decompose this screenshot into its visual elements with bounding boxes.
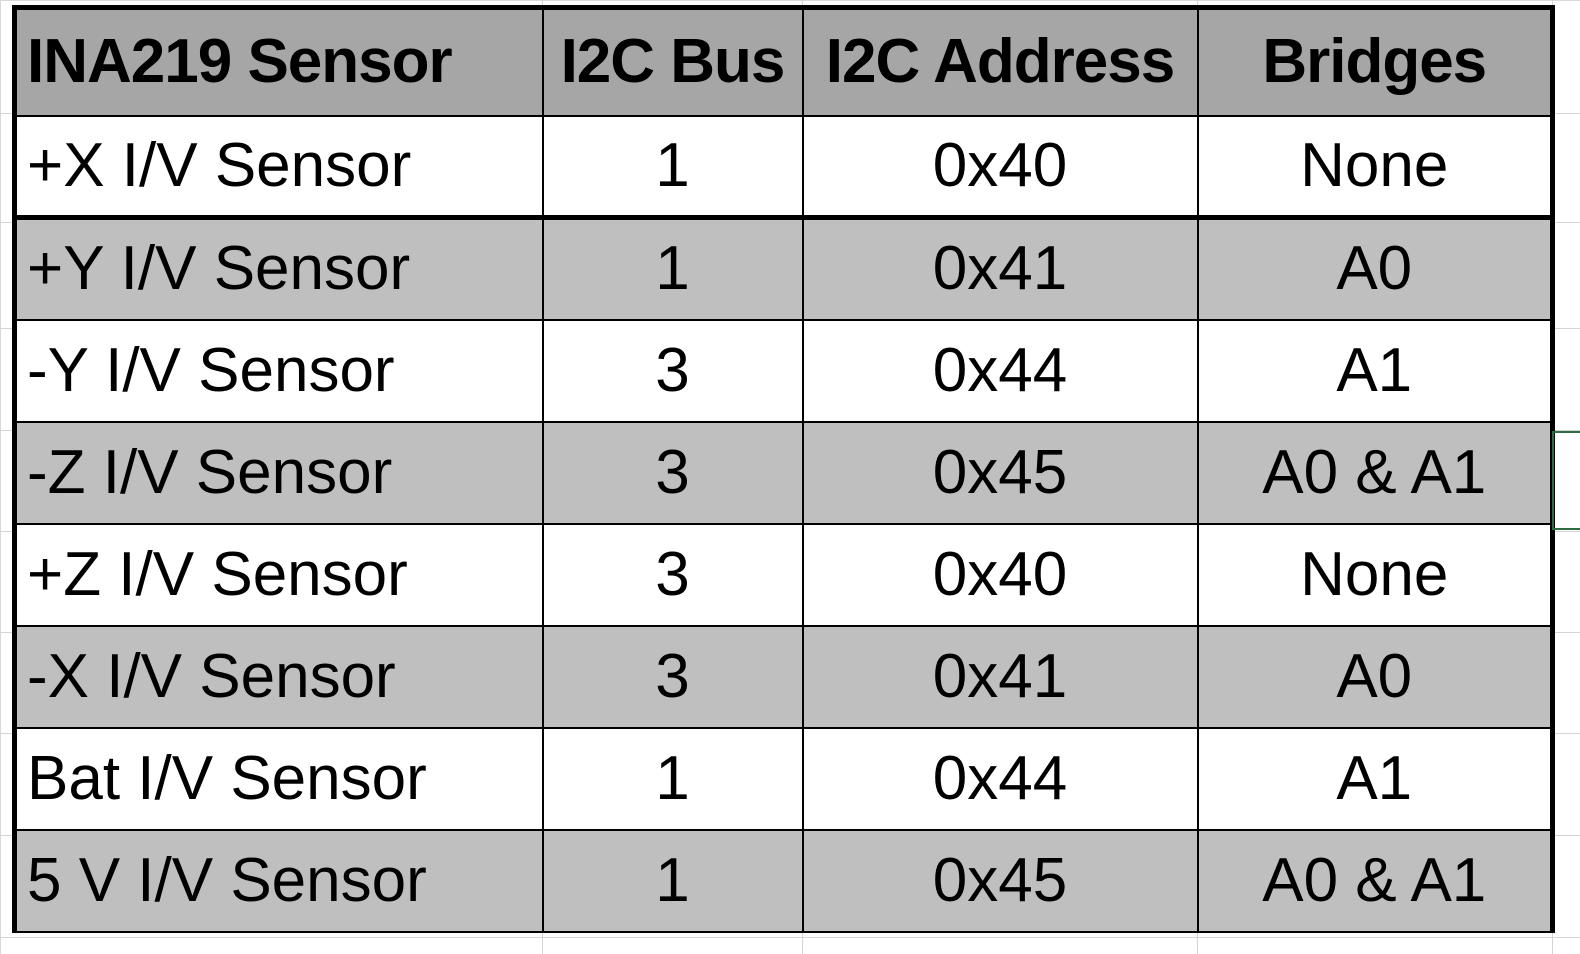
cell-bus[interactable]: 1 [541,216,804,321]
cell-bridges[interactable]: A0 [1196,624,1555,729]
column-header-bridges[interactable]: Bridges [1196,5,1555,117]
active-cell-selection[interactable] [1552,431,1580,530]
cell-sensor[interactable]: -Y I/V Sensor [12,318,544,423]
table-row: -X I/V Sensor 3 0x41 A0 [12,624,1555,729]
gridline [0,937,1580,938]
table-row: -Z I/V Sensor 3 0x45 A0 & A1 [12,420,1555,525]
cell-address[interactable]: 0x41 [801,624,1199,729]
cell-sensor[interactable]: +X I/V Sensor [12,114,544,220]
cell-bridges[interactable]: None [1196,114,1555,220]
cell-bus[interactable]: 3 [541,318,804,423]
cell-bus[interactable]: 1 [541,114,804,220]
header-row: INA219 Sensor I2C Bus I2C Address Bridge… [12,5,1555,117]
cell-bus[interactable]: 1 [541,828,804,933]
cell-sensor[interactable]: -Z I/V Sensor [12,420,544,525]
cell-sensor[interactable]: 5 V I/V Sensor [12,828,544,933]
table-row: Bat I/V Sensor 1 0x44 A1 [12,726,1555,831]
cell-bus[interactable]: 1 [541,726,804,831]
column-header-address[interactable]: I2C Address [801,5,1199,117]
cell-bridges[interactable]: None [1196,522,1555,627]
column-header-bus[interactable]: I2C Bus [541,5,804,117]
table-row: +Y I/V Sensor 1 0x41 A0 [12,216,1555,321]
cell-bus[interactable]: 3 [541,522,804,627]
table-row: -Y I/V Sensor 3 0x44 A1 [12,318,1555,423]
cell-bridges[interactable]: A1 [1196,726,1555,831]
cell-sensor[interactable]: Bat I/V Sensor [12,726,544,831]
cell-bridges[interactable]: A0 & A1 [1196,828,1555,933]
cell-bridges[interactable]: A0 & A1 [1196,420,1555,525]
cell-bus[interactable]: 3 [541,420,804,525]
cell-address[interactable]: 0x41 [801,216,1199,321]
cell-sensor[interactable]: +Y I/V Sensor [12,216,544,321]
cell-address[interactable]: 0x44 [801,726,1199,831]
sensor-address-table: INA219 Sensor I2C Bus I2C Address Bridge… [12,5,1555,933]
cell-bridges[interactable]: A0 [1196,216,1555,321]
column-header-sensor[interactable]: INA219 Sensor [12,5,544,117]
cell-address[interactable]: 0x45 [801,828,1199,933]
cell-bus[interactable]: 3 [541,624,804,729]
cell-sensor[interactable]: -X I/V Sensor [12,624,544,729]
table-row: +X I/V Sensor 1 0x40 None [12,114,1555,220]
cell-sensor[interactable]: +Z I/V Sensor [12,522,544,627]
cell-bridges[interactable]: A1 [1196,318,1555,423]
table-row: 5 V I/V Sensor 1 0x45 A0 & A1 [12,828,1555,933]
cell-address[interactable]: 0x40 [801,114,1199,220]
table-row: +Z I/V Sensor 3 0x40 None [12,522,1555,627]
cell-address[interactable]: 0x44 [801,318,1199,423]
spreadsheet: INA219 Sensor I2C Bus I2C Address Bridge… [0,0,1580,954]
cell-address[interactable]: 0x45 [801,420,1199,525]
cell-address[interactable]: 0x40 [801,522,1199,627]
